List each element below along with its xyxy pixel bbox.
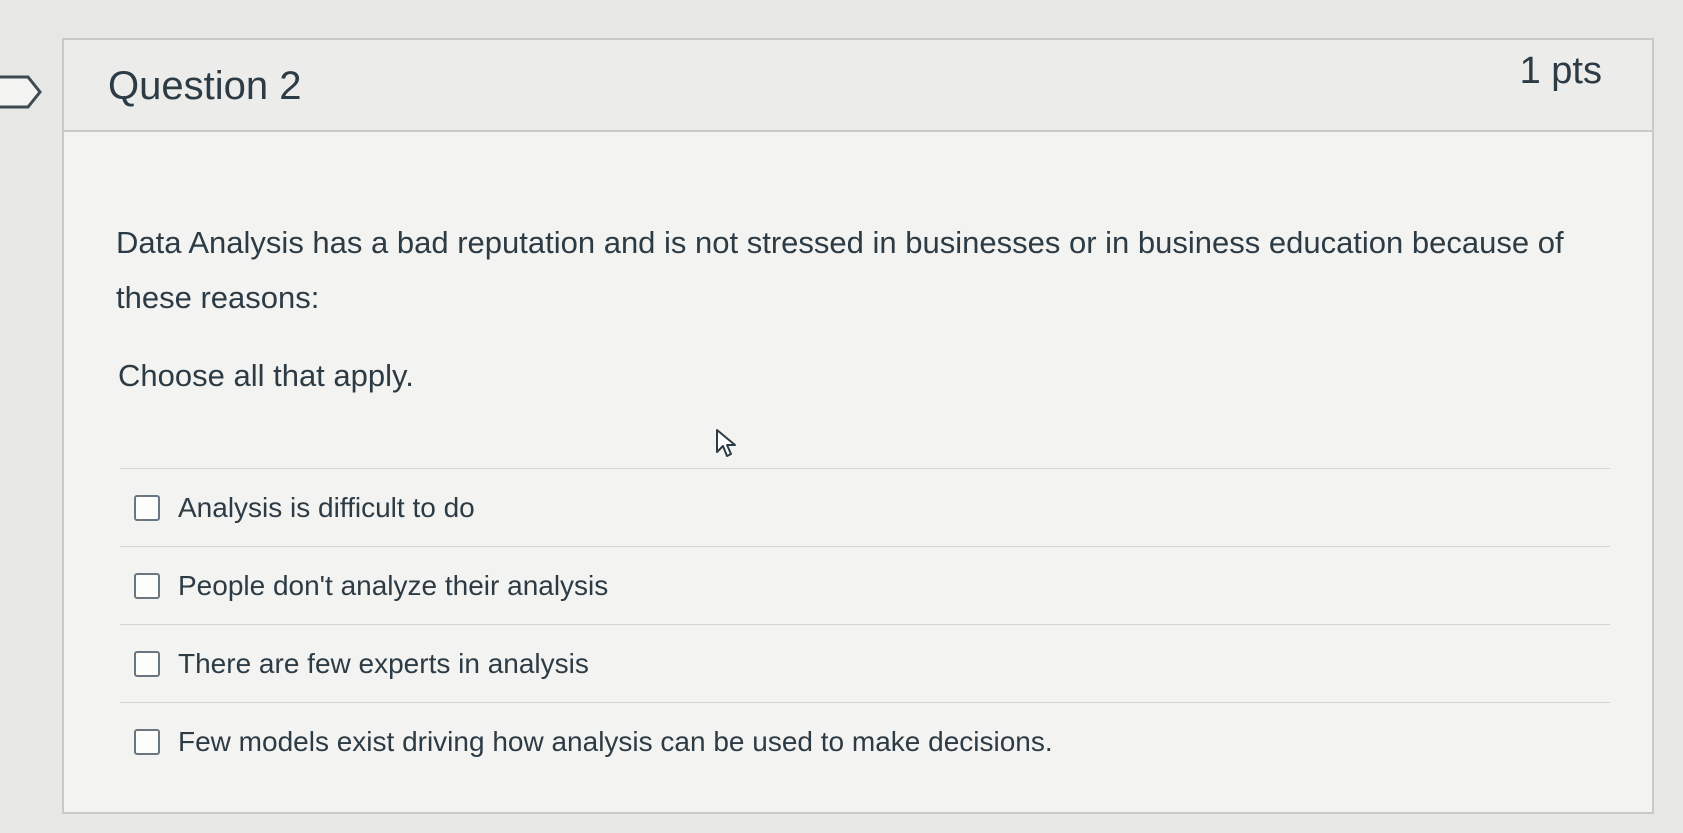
answer-checkbox[interactable] — [134, 728, 160, 755]
answer-option[interactable]: Analysis is difficult to do — [120, 468, 1610, 546]
question-header: Question 2 1 pts — [64, 40, 1652, 132]
answer-option[interactable]: People don't analyze their analysis — [120, 546, 1610, 624]
answer-label: People don't analyze their analysis — [178, 569, 609, 601]
answer-checkbox[interactable] — [134, 494, 160, 521]
question-points: 1 pts — [1519, 50, 1602, 92]
answer-option[interactable]: There are few experts in analysis — [120, 624, 1610, 702]
answer-option[interactable]: Few models exist driving how analysis ca… — [120, 702, 1610, 780]
answer-list: Analysis is difficult to do People don't… — [120, 468, 1610, 780]
question-card: Question 2 1 pts Data Analysis has a bad… — [62, 38, 1654, 814]
answer-label: Few models exist driving how analysis ca… — [178, 725, 1053, 757]
question-instruction: Choose all that apply. — [118, 358, 414, 393]
answer-label: There are few experts in analysis — [178, 647, 589, 679]
flag-marker-icon[interactable] — [0, 75, 42, 109]
mouse-pointer-icon — [716, 429, 736, 457]
question-text: Data Analysis has a bad reputation and i… — [116, 225, 1564, 315]
question-title: Question 2 — [108, 64, 302, 108]
answer-label: Analysis is difficult to do — [178, 491, 475, 523]
answer-checkbox[interactable] — [134, 572, 160, 599]
answer-checkbox[interactable] — [134, 650, 160, 677]
